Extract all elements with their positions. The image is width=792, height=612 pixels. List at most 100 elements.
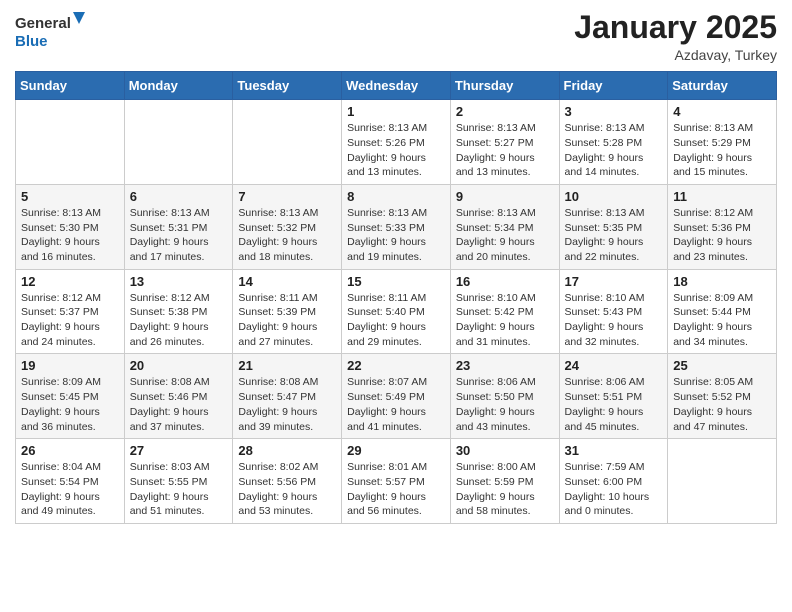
- day-info: Sunrise: 8:10 AM Sunset: 5:43 PM Dayligh…: [565, 291, 663, 350]
- location: Azdavay, Turkey: [574, 47, 777, 63]
- day-info: Sunrise: 8:02 AM Sunset: 5:56 PM Dayligh…: [238, 460, 336, 519]
- week-row-5: 26Sunrise: 8:04 AM Sunset: 5:54 PM Dayli…: [16, 439, 777, 524]
- day-info: Sunrise: 8:12 AM Sunset: 5:36 PM Dayligh…: [673, 206, 771, 265]
- day-info: Sunrise: 8:07 AM Sunset: 5:49 PM Dayligh…: [347, 375, 445, 434]
- calendar-header-row: SundayMondayTuesdayWednesdayThursdayFrid…: [16, 72, 777, 100]
- calendar-cell: 12Sunrise: 8:12 AM Sunset: 5:37 PM Dayli…: [16, 269, 125, 354]
- day-info: Sunrise: 8:13 AM Sunset: 5:29 PM Dayligh…: [673, 121, 771, 180]
- day-info: Sunrise: 8:09 AM Sunset: 5:45 PM Dayligh…: [21, 375, 119, 434]
- week-row-4: 19 Sunrise: 8:09 AM Sunset: 5:45 PM Dayli…: [16, 354, 777, 439]
- title-block: January 2025 Azdavay, Turkey: [574, 10, 777, 63]
- day-number: 25: [673, 358, 771, 373]
- calendar-cell: 1Sunrise: 8:13 AM Sunset: 5:26 PM Daylig…: [342, 100, 451, 185]
- day-info: Sunrise: 8:10 AM Sunset: 5:42 PM Dayligh…: [456, 291, 554, 350]
- header-wednesday: Wednesday: [342, 72, 451, 100]
- day-info: Sunrise: 8:08 AM Sunset: 5:46 PM Dayligh…: [130, 375, 228, 434]
- header-thursday: Thursday: [450, 72, 559, 100]
- calendar-cell: 9Sunrise: 8:13 AM Sunset: 5:34 PM Daylig…: [450, 184, 559, 269]
- svg-text:Blue: Blue: [15, 33, 48, 50]
- logo: General Blue: [15, 10, 85, 52]
- calendar-cell: 2 Sunrise: 8:13 AM Sunset: 5:27 PM Daylig…: [450, 100, 559, 185]
- day-number: 6: [130, 189, 228, 204]
- day-number: 23: [456, 358, 554, 373]
- svg-text:General: General: [15, 15, 71, 32]
- day-number: 21: [238, 358, 336, 373]
- day-info: Sunrise: 8:13 AM Sunset: 5:28 PM Dayligh…: [565, 121, 663, 180]
- day-info: Sunrise: 8:12 AM Sunset: 5:38 PM Dayligh…: [130, 291, 228, 350]
- day-info: Sunrise: 8:06 AM Sunset: 5:51 PM Dayligh…: [565, 375, 663, 434]
- calendar-cell: 8Sunrise: 8:13 AM Sunset: 5:33 PM Daylig…: [342, 184, 451, 269]
- day-number: 14: [238, 274, 336, 289]
- page: General Blue January 2025 Azdavay, Turke…: [0, 0, 792, 612]
- calendar-cell: 25 Sunrise: 8:05 AM Sunset: 5:52 PM Dayli…: [668, 354, 777, 439]
- day-number: 4: [673, 104, 771, 119]
- day-info: Sunrise: 7:59 AM Sunset: 6:00 PM Dayligh…: [565, 460, 663, 519]
- day-info: Sunrise: 8:13 AM Sunset: 5:34 PM Dayligh…: [456, 206, 554, 265]
- day-number: 15: [347, 274, 445, 289]
- day-info: Sunrise: 8:13 AM Sunset: 5:31 PM Dayligh…: [130, 206, 228, 265]
- day-number: 27: [130, 443, 228, 458]
- calendar-cell: 29 Sunrise: 8:01 AM Sunset: 5:57 PM Dayli…: [342, 439, 451, 524]
- day-number: 3: [565, 104, 663, 119]
- calendar-cell: 27 Sunrise: 8:03 AM Sunset: 5:55 PM Dayli…: [124, 439, 233, 524]
- calendar-cell: 7 Sunrise: 8:13 AM Sunset: 5:32 PM Daylig…: [233, 184, 342, 269]
- day-info: Sunrise: 8:01 AM Sunset: 5:57 PM Dayligh…: [347, 460, 445, 519]
- day-number: 5: [21, 189, 119, 204]
- day-number: 19: [21, 358, 119, 373]
- day-number: 22: [347, 358, 445, 373]
- calendar-cell: 19 Sunrise: 8:09 AM Sunset: 5:45 PM Dayli…: [16, 354, 125, 439]
- header-friday: Friday: [559, 72, 668, 100]
- day-info: Sunrise: 8:11 AM Sunset: 5:39 PM Dayligh…: [238, 291, 336, 350]
- day-info: Sunrise: 8:05 AM Sunset: 5:52 PM Dayligh…: [673, 375, 771, 434]
- day-info: Sunrise: 8:09 AM Sunset: 5:44 PM Dayligh…: [673, 291, 771, 350]
- calendar-cell: 21Sunrise: 8:08 AM Sunset: 5:47 PM Dayli…: [233, 354, 342, 439]
- day-number: 20: [130, 358, 228, 373]
- day-number: 7: [238, 189, 336, 204]
- week-row-2: 5 Sunrise: 8:13 AM Sunset: 5:30 PM Daylig…: [16, 184, 777, 269]
- calendar-cell: [124, 100, 233, 185]
- day-number: 26: [21, 443, 119, 458]
- header-monday: Monday: [124, 72, 233, 100]
- calendar-cell: 3 Sunrise: 8:13 AM Sunset: 5:28 PM Daylig…: [559, 100, 668, 185]
- day-number: 29: [347, 443, 445, 458]
- calendar-cell: 23 Sunrise: 8:06 AM Sunset: 5:50 PM Dayli…: [450, 354, 559, 439]
- calendar-cell: 15 Sunrise: 8:11 AM Sunset: 5:40 PM Dayli…: [342, 269, 451, 354]
- calendar-cell: 13 Sunrise: 8:12 AM Sunset: 5:38 PM Dayli…: [124, 269, 233, 354]
- day-number: 13: [130, 274, 228, 289]
- day-info: Sunrise: 8:00 AM Sunset: 5:59 PM Dayligh…: [456, 460, 554, 519]
- calendar-cell: 20 Sunrise: 8:08 AM Sunset: 5:46 PM Dayli…: [124, 354, 233, 439]
- day-number: 24: [565, 358, 663, 373]
- calendar: SundayMondayTuesdayWednesdayThursdayFrid…: [15, 71, 777, 524]
- calendar-cell: 6 Sunrise: 8:13 AM Sunset: 5:31 PM Daylig…: [124, 184, 233, 269]
- calendar-cell: 16 Sunrise: 8:10 AM Sunset: 5:42 PM Dayli…: [450, 269, 559, 354]
- day-info: Sunrise: 8:03 AM Sunset: 5:55 PM Dayligh…: [130, 460, 228, 519]
- day-number: 2: [456, 104, 554, 119]
- day-info: Sunrise: 8:13 AM Sunset: 5:32 PM Dayligh…: [238, 206, 336, 265]
- day-number: 30: [456, 443, 554, 458]
- week-row-1: 1Sunrise: 8:13 AM Sunset: 5:26 PM Daylig…: [16, 100, 777, 185]
- day-info: Sunrise: 8:11 AM Sunset: 5:40 PM Dayligh…: [347, 291, 445, 350]
- calendar-cell: 31 Sunrise: 7:59 AM Sunset: 6:00 PM Dayli…: [559, 439, 668, 524]
- day-info: Sunrise: 8:06 AM Sunset: 5:50 PM Dayligh…: [456, 375, 554, 434]
- day-info: Sunrise: 8:13 AM Sunset: 5:30 PM Dayligh…: [21, 206, 119, 265]
- header-saturday: Saturday: [668, 72, 777, 100]
- day-info: Sunrise: 8:12 AM Sunset: 5:37 PM Dayligh…: [21, 291, 119, 350]
- calendar-cell: 14 Sunrise: 8:11 AM Sunset: 5:39 PM Dayli…: [233, 269, 342, 354]
- day-info: Sunrise: 8:13 AM Sunset: 5:33 PM Dayligh…: [347, 206, 445, 265]
- day-number: 10: [565, 189, 663, 204]
- calendar-cell: [668, 439, 777, 524]
- calendar-cell: [233, 100, 342, 185]
- calendar-cell: 4 Sunrise: 8:13 AM Sunset: 5:29 PM Daylig…: [668, 100, 777, 185]
- calendar-cell: 18 Sunrise: 8:09 AM Sunset: 5:44 PM Dayli…: [668, 269, 777, 354]
- calendar-cell: 10Sunrise: 8:13 AM Sunset: 5:35 PM Dayli…: [559, 184, 668, 269]
- day-number: 16: [456, 274, 554, 289]
- calendar-cell: 30 Sunrise: 8:00 AM Sunset: 5:59 PM Dayli…: [450, 439, 559, 524]
- day-info: Sunrise: 8:13 AM Sunset: 5:26 PM Dayligh…: [347, 121, 445, 180]
- day-number: 31: [565, 443, 663, 458]
- day-number: 18: [673, 274, 771, 289]
- day-number: 11: [673, 189, 771, 204]
- calendar-cell: 22 Sunrise: 8:07 AM Sunset: 5:49 PM Dayli…: [342, 354, 451, 439]
- header: General Blue January 2025 Azdavay, Turke…: [15, 10, 777, 63]
- day-info: Sunrise: 8:13 AM Sunset: 5:27 PM Dayligh…: [456, 121, 554, 180]
- calendar-cell: 11 Sunrise: 8:12 AM Sunset: 5:36 PM Dayli…: [668, 184, 777, 269]
